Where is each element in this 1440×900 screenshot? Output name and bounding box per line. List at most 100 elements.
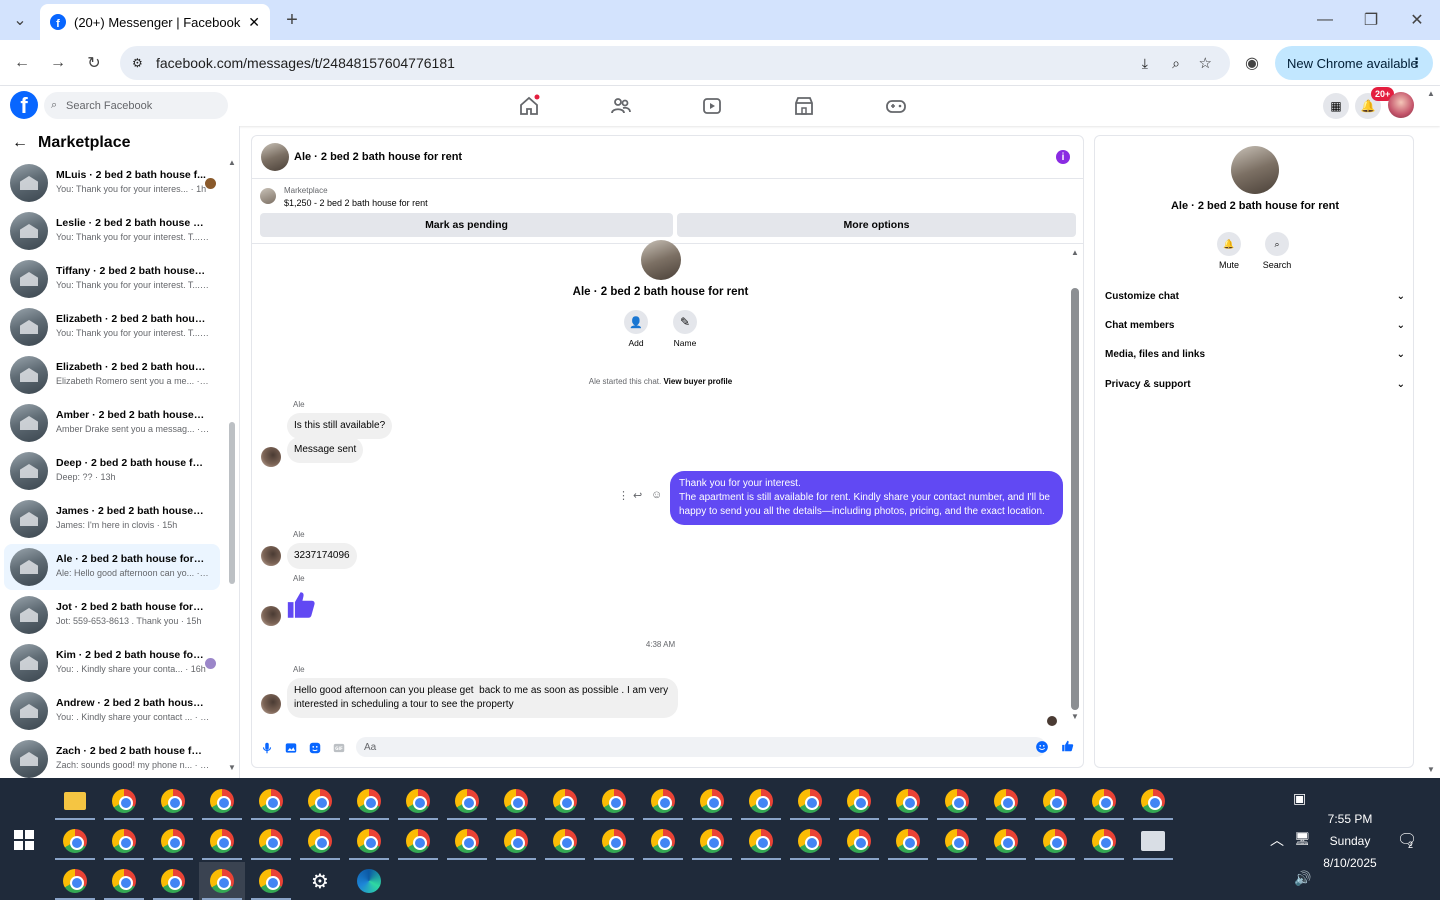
mark-as-pending-button[interactable]: Mark as pending [260,213,673,237]
conversation-item[interactable]: Kim · 2 bed 2 bath house for ... You: . K… [4,640,220,686]
chat-scroll-up-icon[interactable]: ▲ [1071,248,1079,257]
marketplace-icon[interactable] [792,94,816,118]
meet-now-icon[interactable]: ▣ [1293,790,1306,807]
message-more-icon[interactable]: ⋮ [618,489,629,502]
conversation-item[interactable]: Leslie · 2 bed 2 bath house for ... You: … [4,208,220,254]
listing-photo[interactable] [1231,146,1279,194]
customize-chat-section[interactable]: Customize chat ⌄ [1105,291,1405,302]
friends-icon[interactable] [609,94,633,118]
chrome-icon[interactable] [746,786,776,816]
thumbs-up-icon[interactable] [285,588,319,622]
chrome-icon[interactable] [109,786,139,816]
incoming-message[interactable]: 3237174096 [287,543,357,569]
browser-tab[interactable]: f (20+) Messenger | Facebook ✕ [40,4,270,40]
chrome-icon[interactable] [550,786,580,816]
listing-thumbnail[interactable] [261,143,289,171]
chrome-icon[interactable] [697,826,727,856]
site-info-icon[interactable]: ⚙ [132,56,143,70]
bookmark-star-icon[interactable]: ☆ [1199,54,1212,72]
address-bar[interactable]: ⚙ facebook.com/messages/t/24848157604776… [120,46,1230,80]
chat-members-section[interactable]: Chat members ⌄ [1105,320,1405,331]
scroll-down-icon[interactable]: ▼ [228,763,236,772]
profile-icon[interactable]: ◉ [1240,51,1264,75]
menu-grid-icon[interactable]: ▦ [1323,93,1349,119]
conversation-item[interactable]: Elizabeth · 2 bed 2 bath house ... You: T… [4,304,220,350]
react-emoji-icon[interactable]: ☺ [651,489,662,501]
chrome-icon[interactable] [109,866,139,896]
chat-scroll-down-icon[interactable]: ▼ [1071,712,1079,721]
edge-browser-icon[interactable] [354,866,384,896]
chrome-icon[interactable] [109,826,139,856]
incoming-message[interactable]: Is this still available? [287,413,393,439]
chrome-icon[interactable] [1089,786,1119,816]
chrome-icon[interactable] [452,786,482,816]
more-options-button[interactable]: More options [677,213,1076,237]
restore-icon[interactable]: ❐ [1359,8,1383,32]
search-conversation-button[interactable]: ⌕ Search [1257,232,1297,270]
chrome-icon[interactable] [599,786,629,816]
chrome-icon[interactable] [844,826,874,856]
chrome-icon[interactable] [305,786,335,816]
chrome-update-button[interactable]: New Chrome available ⋮ [1275,46,1433,80]
chrome-icon[interactable] [207,786,237,816]
conversation-item[interactable]: Andrew · 2 bed 2 bath house f... You: . K… [4,688,220,734]
gaming-icon[interactable] [884,94,908,118]
sticker-icon[interactable] [308,741,322,755]
install-icon[interactable]: ⤓ [1142,55,1148,72]
chrome-icon[interactable] [991,786,1021,816]
chrome-icon[interactable] [746,826,776,856]
incoming-message[interactable]: Message sent [287,437,364,463]
file-explorer-icon[interactable] [60,786,90,816]
chrome-icon[interactable] [60,866,90,896]
page-scroll-up-icon[interactable]: ▲ [1427,89,1435,98]
chrome-icon[interactable] [648,786,678,816]
chrome-icon[interactable] [697,786,727,816]
mute-button[interactable]: 🔔 Mute [1209,232,1249,270]
facebook-logo-icon[interactable]: f [10,91,38,119]
sender-avatar[interactable] [261,546,281,566]
tab-search-chevron-icon[interactable]: ⌄ [8,8,32,32]
chrome-icon[interactable] [158,826,188,856]
chrome-icon[interactable] [501,786,531,816]
conversation-item[interactable]: Zach · 2 bed 2 bath house for r... Zach: … [4,736,220,778]
chrome-icon[interactable] [256,826,286,856]
sender-avatar[interactable] [261,447,281,467]
listing-price-title[interactable]: $1,250 - 2 bed 2 bath house for rent [284,198,428,208]
back-arrow-icon[interactable]: ← [12,134,28,152]
conversation-item[interactable]: Amber · 2 bed 2 bath house for... Amber D… [4,400,220,446]
windows-start-icon[interactable] [14,830,34,850]
page-scroll-down-icon[interactable]: ▼ [1427,765,1435,774]
window-close-icon[interactable]: ✕ [1405,8,1429,32]
chrome-icon[interactable] [60,826,90,856]
account-avatar[interactable] [1388,92,1414,118]
conversation-item[interactable]: Jot · 2 bed 2 bath house for rent Jot: 55… [4,592,220,638]
chrome-icon[interactable] [403,786,433,816]
rename-button[interactable]: ✎ Name [670,310,700,348]
sender-avatar[interactable] [261,606,281,626]
conversation-item[interactable]: Ale · 2 bed 2 bath house for rent Ale: He… [4,544,220,590]
home-icon[interactable] [517,94,541,118]
media-files-links-section[interactable]: Media, files and links ⌄ [1105,349,1405,360]
chrome-icon[interactable] [893,786,923,816]
scroll-up-icon[interactable]: ▲ [228,158,236,167]
sender-avatar[interactable] [261,694,281,714]
chrome-icon[interactable] [305,826,335,856]
reply-icon[interactable]: ↩ [633,489,642,502]
chrome-icon[interactable] [158,786,188,816]
chrome-icon[interactable] [1089,826,1119,856]
chrome-icon[interactable] [942,826,972,856]
gif-icon[interactable]: GIF [332,741,346,755]
privacy-support-section[interactable]: Privacy & support ⌄ [1105,379,1405,390]
show-hidden-icons[interactable]: ︿ [1270,830,1284,850]
back-icon[interactable]: ← [10,51,34,75]
chrome-icon[interactable] [158,866,188,896]
settings-icon[interactable]: ⚙ [305,866,335,896]
outgoing-message[interactable]: Thank you for your interest. The apartme… [670,471,1063,525]
system-clock[interactable]: 7:55 PM Sunday 8/10/2025 [1320,808,1380,874]
conversation-item[interactable]: Deep · 2 bed 2 bath house for r... Deep: … [4,448,220,494]
reload-icon[interactable]: ↻ [82,51,106,75]
chrome-icon[interactable] [354,826,384,856]
chat-scrollbar[interactable] [1071,288,1079,710]
video-icon[interactable] [700,94,724,118]
tab-close-icon[interactable]: ✕ [248,14,260,31]
